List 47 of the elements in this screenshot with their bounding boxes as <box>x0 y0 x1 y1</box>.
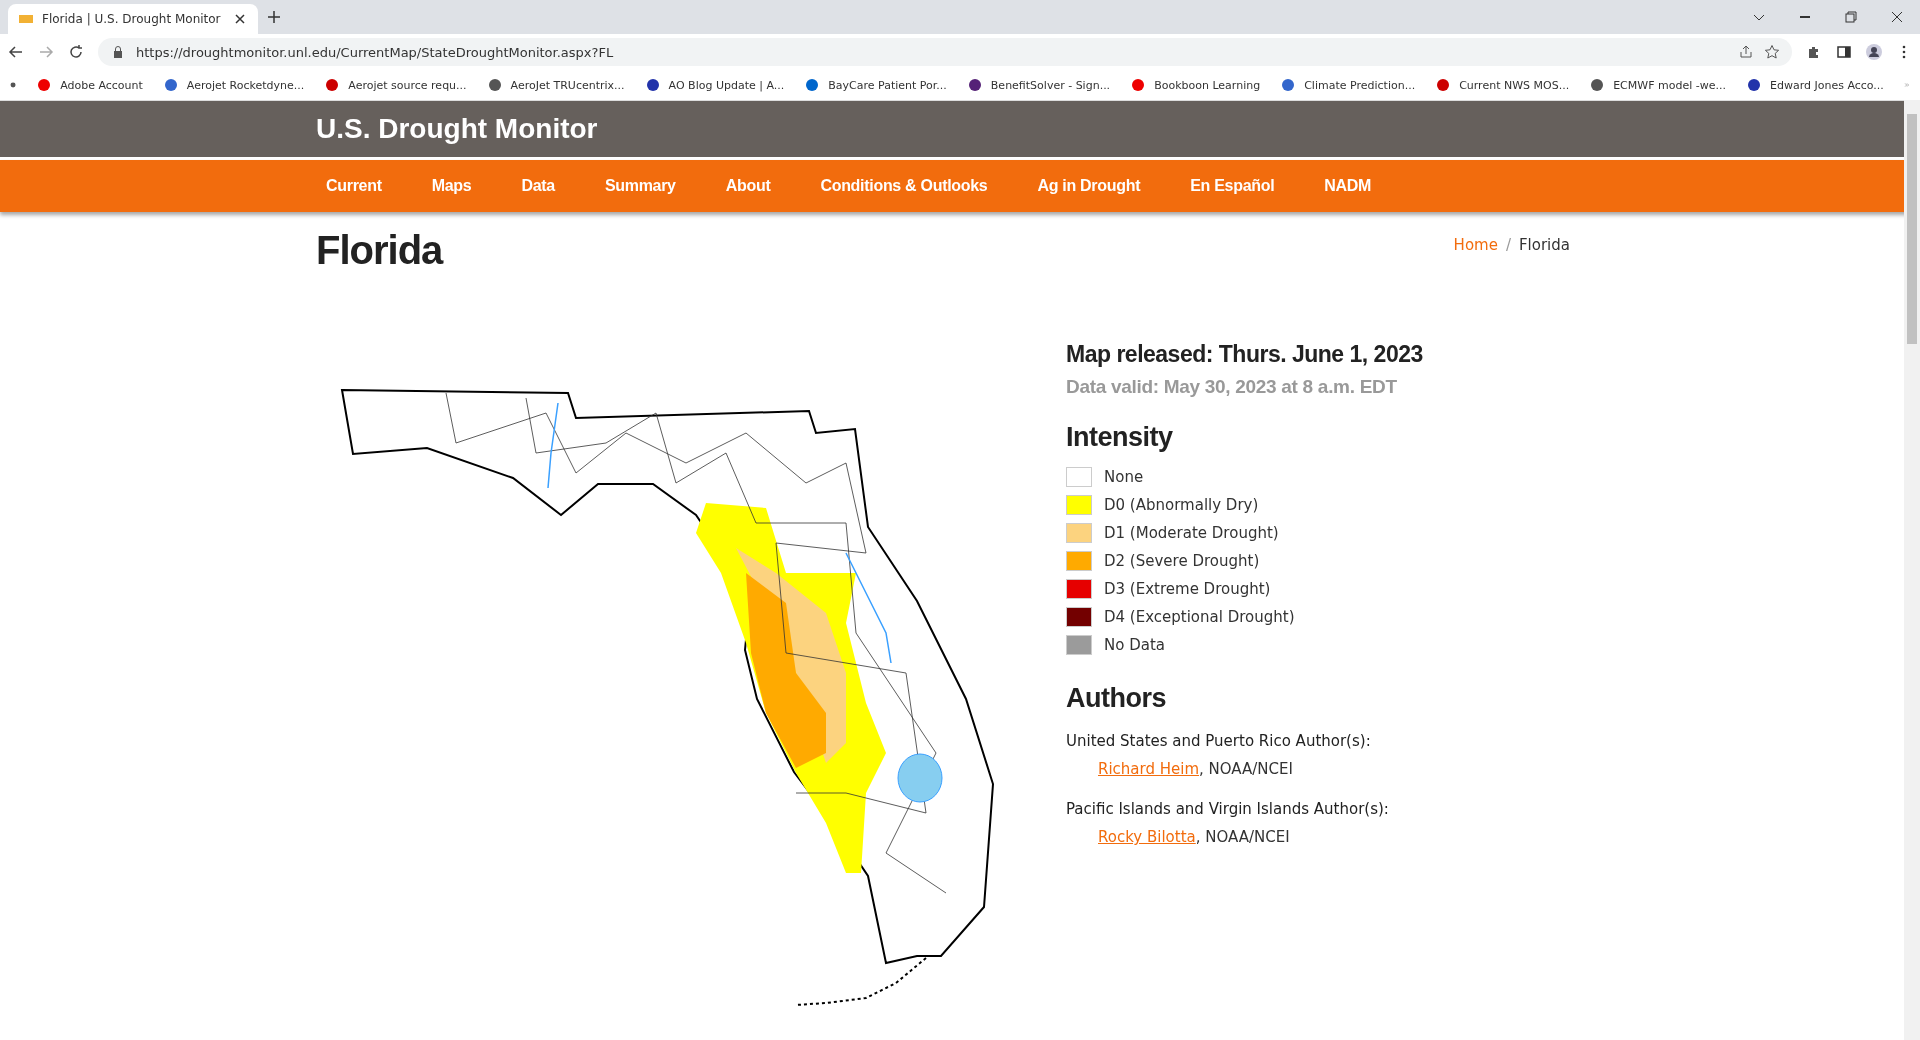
bookmark-link[interactable]: Adobe Account <box>36 77 143 93</box>
bookmark-link[interactable]: AeroJet TRUcentrix... <box>486 77 625 93</box>
author-line: Rocky Bilotta, NOAA/NCEI <box>1097 828 1291 846</box>
url-text: https://droughtmonitor.unl.edu/CurrentMap/StateDroughtMonitor.aspx?FL <box>136 44 615 60</box>
breadcrumb-current: Florida <box>1518 236 1570 254</box>
page-heading: Florida <box>316 228 443 273</box>
data-valid-text: Data valid: May 30, 2023 at 8 a.m. EDT <box>1066 376 1398 398</box>
side-panel-icon[interactable] <box>1836 44 1852 60</box>
close-icon <box>1889 9 1905 25</box>
share-icon <box>1738 44 1754 60</box>
legend-label: D3 (Extreme Drought) <box>1104 580 1271 598</box>
bookmark-link[interactable]: AO Blog Update | A... <box>644 77 785 93</box>
author-line: Richard Heim, NOAA/NCEI <box>1097 760 1294 778</box>
bookmark-link[interactable]: Climate Prediction... <box>1280 77 1416 93</box>
authors-heading: Authors <box>1066 683 1167 714</box>
browser-tab[interactable]: Florida | U.S. Drought Monitor <box>8 4 258 34</box>
address-bar[interactable]: https://droughtmonitor.unl.edu/CurrentMap/StateDroughtMonitor.aspx?FL <box>98 38 1792 66</box>
author-group-title: United States and Puerto Rico Author(s): <box>1066 732 1372 750</box>
bookmark-link[interactable]: ECMWF model -we... <box>1589 77 1726 93</box>
reload-icon[interactable] <box>68 44 84 60</box>
legend-label: D4 (Exceptional Drought) <box>1104 608 1295 626</box>
legend-label: D1 (Moderate Drought) <box>1104 524 1279 542</box>
intensity-heading: Intensity <box>1066 422 1174 453</box>
legend-label: None <box>1104 468 1144 486</box>
bookmark-link[interactable]: BayCare Patient Por... <box>804 77 947 93</box>
bookmark-link[interactable]: Current NWS MOS... <box>1435 77 1570 93</box>
bookmark-link[interactable]: Edward Jones Acco... <box>1745 77 1884 93</box>
plus-icon[interactable] <box>266 9 282 25</box>
legend-label: No Data <box>1104 636 1165 654</box>
scrollbar[interactable] <box>1904 100 1920 1040</box>
author-group-title: Pacific Islands and Virgin Islands Author(s): <box>1066 800 1390 818</box>
bookmark-link[interactable]: Aerojet Rocketdyne... <box>162 77 305 93</box>
legend-label: D2 (Severe Drought) <box>1104 552 1260 570</box>
bookmark-link[interactable]: Bookboon Learning <box>1130 77 1261 93</box>
map-released-text: Map released: Thurs. June 1, 2023 <box>1066 341 1423 368</box>
bookmark-link[interactable]: BenefitSolver - Sign... <box>966 77 1111 93</box>
restore-icon <box>1843 9 1859 25</box>
breadcrumb-separator: / <box>1505 236 1511 254</box>
tab-title: Florida | U.S. Drought Monitor <box>42 12 222 26</box>
star-icon <box>1764 44 1780 60</box>
profile-avatar-icon[interactable] <box>1866 44 1882 60</box>
back-arrow-icon[interactable] <box>8 44 24 60</box>
legend-label: D0 (Abnormally Dry) <box>1104 496 1259 514</box>
site-title: U.S. Drought Monitor <box>316 113 598 145</box>
minimize-icon <box>1800 16 1810 18</box>
bookmark-link[interactable]: Aerojet source requ... <box>324 77 467 93</box>
scrollbar-thumb[interactable] <box>1907 114 1917 344</box>
